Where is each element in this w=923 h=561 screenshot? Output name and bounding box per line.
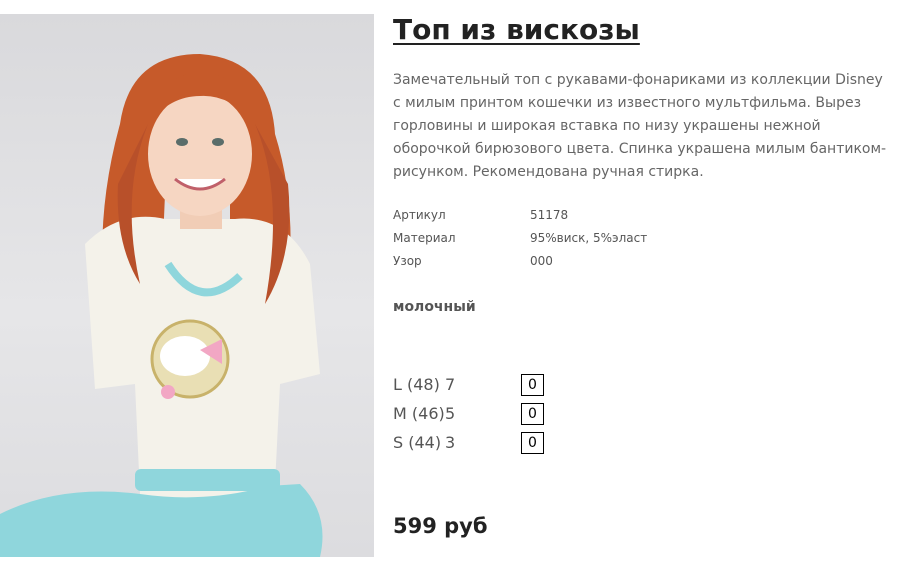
spec-row-pattern: Узор 000 [393,254,647,277]
product-title: Топ из вискозы [393,13,640,46]
spec-value: 95%виск, 5%эласт [530,231,648,245]
spec-label: Узор [393,254,422,268]
size-row-l: L (48) 7 [393,370,544,399]
spec-value: 000 [530,254,553,268]
product-description: Замечательный топ с рукавами-фонариками … [393,72,887,180]
spec-label: Артикул [393,208,446,222]
spec-label: Материал [393,231,456,245]
product-specs: Артикул 51178 Материал 95%виск, 5%эласт … [393,208,647,277]
product-photo [0,14,374,557]
size-list: L (48) 7 M (46) 5 S (44) 3 [393,370,544,457]
size-row-m: M (46) 5 [393,399,544,428]
size-stock: 7 [445,375,456,394]
spec-row-material: Материал 95%виск, 5%эласт [393,231,647,254]
quantity-input-l[interactable] [521,373,544,396]
model-image [0,54,323,557]
size-row-s: S (44) 3 [393,428,544,457]
size-name: L (48) [393,375,440,394]
spec-row-article: Артикул 51178 [393,208,647,231]
product-color: молочный [393,299,476,315]
quantity-input-m[interactable] [521,402,544,425]
size-stock: 5 [445,404,456,423]
product-price: 599 руб [393,514,488,538]
size-name: M (46) [393,404,445,423]
size-name: S (44) [393,433,442,452]
quantity-input-s[interactable] [521,431,544,454]
size-stock: 3 [445,433,456,452]
spec-value: 51178 [530,208,569,222]
